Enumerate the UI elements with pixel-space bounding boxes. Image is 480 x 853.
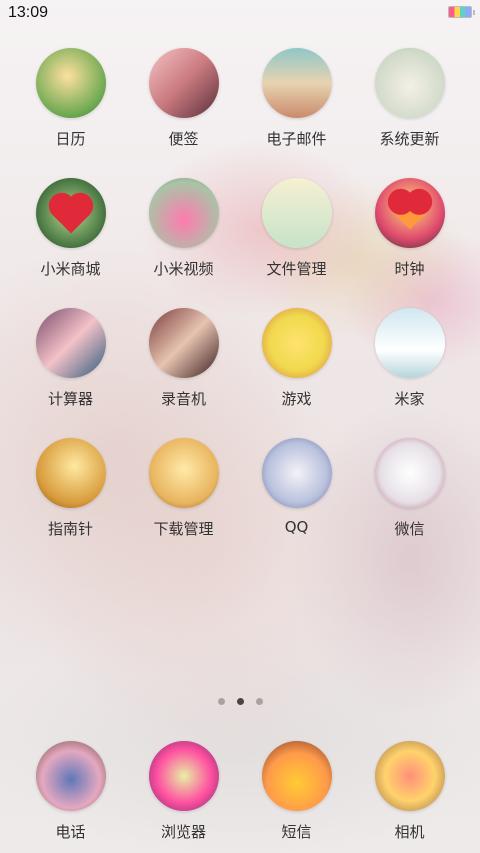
app-calendar[interactable]: 日历: [14, 48, 127, 178]
app-label: 文件管理: [266, 260, 327, 278]
page-dot-2[interactable]: [236, 698, 244, 705]
app-file-manager[interactable]: 文件管理: [240, 178, 353, 308]
page-dot-3[interactable]: [255, 698, 263, 705]
app-mijia[interactable]: 米家: [353, 308, 466, 438]
messages-icon[interactable]: [261, 741, 332, 811]
page-dot-1[interactable]: [217, 698, 225, 705]
recorder-icon[interactable]: [148, 308, 219, 378]
download-manager-icon[interactable]: [148, 438, 219, 508]
app-messages[interactable]: 短信: [240, 741, 353, 853]
app-label: 浏览器: [160, 823, 206, 841]
clock-icon[interactable]: [374, 178, 445, 248]
mi-store-icon[interactable]: [35, 178, 106, 248]
dock: 电话 浏览器 短信 相机: [0, 741, 480, 853]
app-label: 日历: [55, 130, 86, 148]
app-browser[interactable]: 浏览器: [127, 741, 240, 853]
app-notes[interactable]: 便签: [127, 48, 240, 178]
app-label: 电话: [55, 823, 86, 841]
app-camera[interactable]: 相机: [353, 741, 466, 853]
app-label: 计算器: [47, 390, 93, 408]
app-compass[interactable]: 指南针: [14, 438, 127, 568]
app-label: QQ: [284, 518, 309, 536]
camera-icon[interactable]: [374, 741, 445, 811]
app-wechat[interactable]: 微信: [353, 438, 466, 568]
app-label: 微信: [394, 520, 425, 538]
app-label: 小米商城: [40, 260, 101, 278]
system-update-icon[interactable]: [374, 48, 445, 118]
app-label: 短信: [281, 823, 312, 841]
app-label: 游戏: [281, 390, 312, 408]
compass-icon[interactable]: [35, 438, 106, 508]
mijia-icon[interactable]: [374, 308, 445, 378]
app-grid: 日历 便签 电子邮件 系统更新小米商城 小米视频 文件管理 时钟计算器 录音机 游戏 米家指南针 下…: [0, 48, 480, 568]
app-clock[interactable]: 时钟: [353, 178, 466, 308]
app-games[interactable]: 游戏: [240, 308, 353, 438]
app-system-update[interactable]: 系统更新: [353, 48, 466, 178]
battery-icon: [448, 6, 475, 18]
status-bar: 13:09: [0, 0, 480, 28]
email-icon[interactable]: [261, 48, 332, 118]
app-recorder[interactable]: 录音机: [127, 308, 240, 438]
wechat-icon[interactable]: [374, 438, 445, 508]
app-label: 时钟: [394, 260, 425, 278]
app-label: 下载管理: [153, 520, 214, 538]
app-label: 便签: [168, 130, 199, 148]
status-time: 13:09: [8, 4, 49, 21]
app-mi-store[interactable]: 小米商城: [14, 178, 127, 308]
app-label: 指南针: [47, 520, 93, 538]
browser-icon[interactable]: [148, 741, 219, 811]
app-label: 系统更新: [379, 130, 440, 148]
app-email[interactable]: 电子邮件: [240, 48, 353, 178]
games-icon[interactable]: [261, 308, 332, 378]
calendar-icon[interactable]: [35, 48, 106, 118]
app-qq[interactable]: QQ: [240, 438, 353, 568]
file-manager-icon[interactable]: [261, 178, 332, 248]
mi-video-icon[interactable]: [148, 178, 219, 248]
app-download-manager[interactable]: 下载管理: [127, 438, 240, 568]
app-label: 相机: [394, 823, 425, 841]
notes-icon[interactable]: [148, 48, 219, 118]
phone-icon[interactable]: [35, 741, 106, 811]
calculator-icon[interactable]: [35, 308, 106, 378]
qq-icon[interactable]: [261, 438, 332, 508]
app-mi-video[interactable]: 小米视频: [127, 178, 240, 308]
app-label: 录音机: [160, 390, 206, 408]
app-label: 小米视频: [153, 260, 214, 278]
app-calculator[interactable]: 计算器: [14, 308, 127, 438]
page-indicator: [0, 698, 480, 705]
app-label: 电子邮件: [266, 130, 327, 148]
app-phone[interactable]: 电话: [14, 741, 127, 853]
app-label: 米家: [394, 390, 425, 408]
